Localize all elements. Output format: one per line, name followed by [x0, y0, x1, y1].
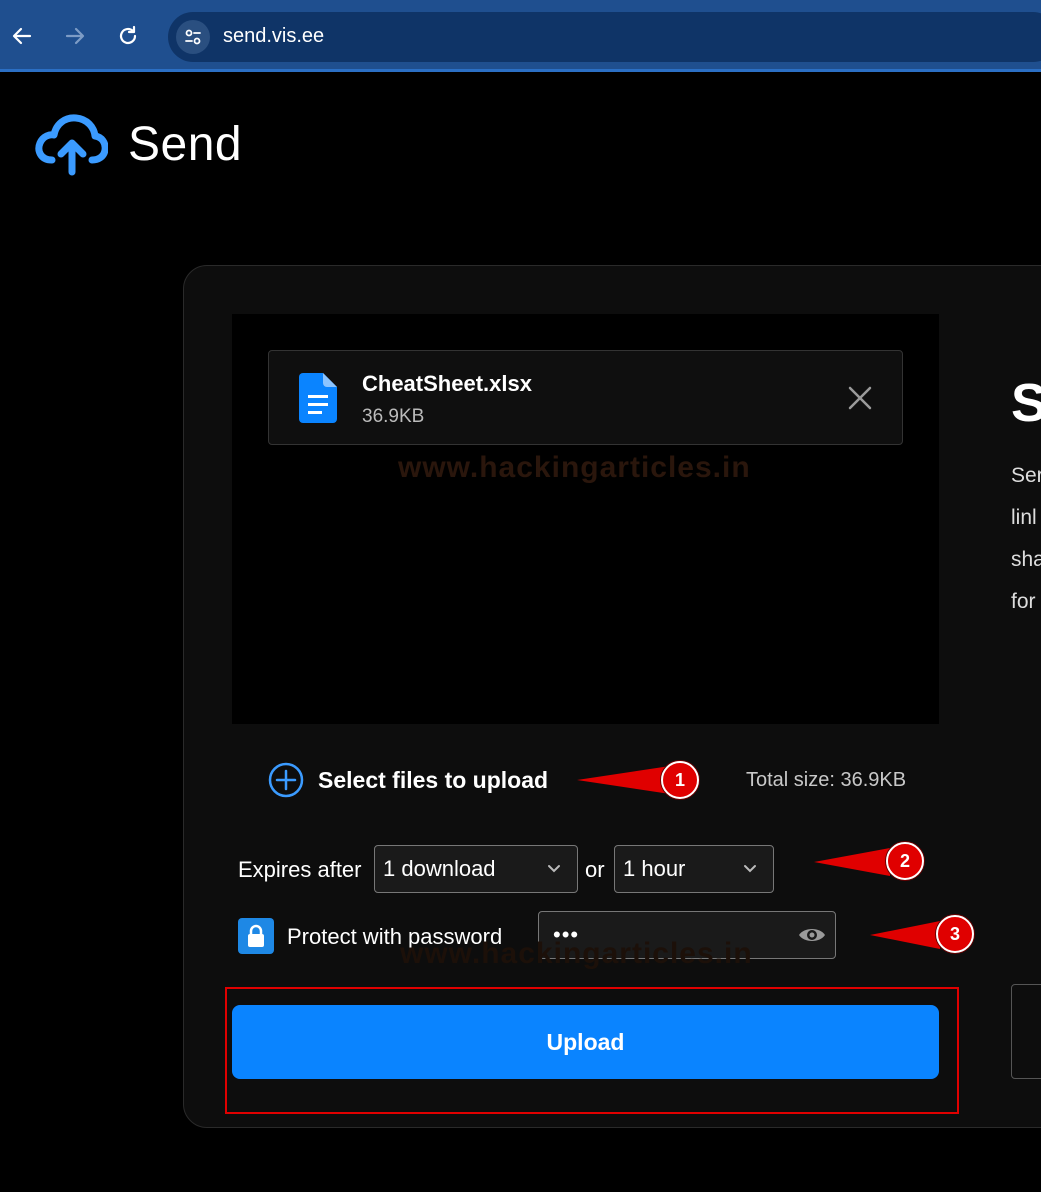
select-files-label: Select files to upload: [318, 766, 549, 793]
side-panel-box: [1011, 984, 1041, 1079]
forward-button[interactable]: [57, 18, 93, 54]
lock-icon: [248, 924, 264, 947]
add-circle-icon: [268, 762, 304, 798]
annotation-arrow-3: [870, 921, 940, 949]
document-icon: [299, 373, 337, 423]
password-checkbox[interactable]: [238, 918, 274, 954]
side-text-line: Ser: [1011, 464, 1041, 487]
address-bar[interactable]: send.vis.ee: [168, 12, 1041, 62]
side-text-line: linl: [1011, 506, 1037, 529]
back-button[interactable]: [4, 18, 40, 54]
reload-icon: [119, 25, 137, 45]
app-name: Send: [128, 117, 243, 171]
url-text: send.vis.ee: [223, 25, 325, 47]
watermark-text: www.hackingarticles.in: [400, 937, 753, 970]
expiry-time-value: 1 hour: [623, 856, 686, 881]
or-label: or: [585, 857, 605, 882]
browser-toolbar: send.vis.ee: [0, 0, 1041, 72]
site-settings-icon[interactable]: [176, 20, 210, 54]
side-text-line: for: [1011, 590, 1036, 613]
back-arrow-icon: [12, 27, 32, 45]
annotation-arrow-1: [577, 766, 670, 794]
side-title: Si: [1011, 373, 1041, 433]
expires-label: Expires after: [238, 857, 362, 882]
select-files-button[interactable]: Select files to upload: [268, 762, 548, 798]
watermark-text: www.hackingarticles.in: [398, 451, 751, 484]
upload-button[interactable]: Upload: [232, 1005, 939, 1079]
annotation-marker-1: 1: [661, 761, 699, 799]
annotation-arrow-2: [814, 848, 890, 876]
cloud-upload-icon: [35, 114, 108, 176]
file-size: 36.9KB: [362, 406, 425, 427]
annotation-marker-3: 3: [936, 915, 974, 953]
show-password-eye-icon[interactable]: [797, 923, 827, 947]
expiry-time-select[interactable]: 1 hour: [614, 845, 774, 893]
chevron-down-icon: [744, 865, 756, 873]
total-size: Total size: 36.9KB: [746, 769, 907, 791]
download-limit-select[interactable]: 1 download: [374, 845, 578, 893]
file-list-item: CheatSheet.xlsx 36.9KB: [268, 350, 903, 445]
annotation-marker-2: 2: [886, 842, 924, 880]
close-icon[interactable]: [847, 385, 873, 411]
forward-arrow-icon: [65, 27, 85, 45]
chevron-down-icon: [548, 865, 560, 873]
reload-button[interactable]: [110, 18, 146, 54]
app-logo[interactable]: Send: [34, 112, 242, 176]
download-limit-value: 1 download: [383, 856, 496, 881]
file-name: CheatSheet.xlsx: [362, 371, 532, 396]
side-text-line: sha: [1011, 548, 1041, 571]
